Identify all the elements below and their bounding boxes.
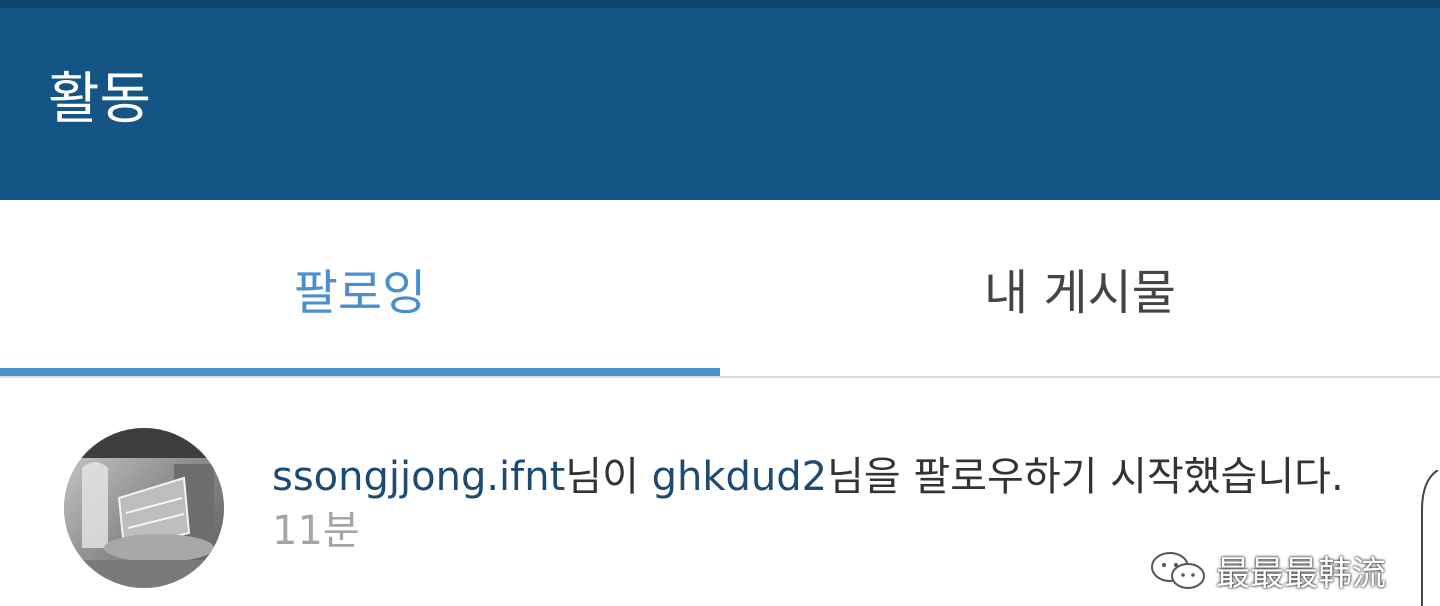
- timestamp: 11분: [272, 508, 360, 554]
- tab-my-posts[interactable]: 내 게시물: [720, 200, 1440, 376]
- target-username-link[interactable]: ghkdud2: [652, 454, 828, 500]
- tab-following[interactable]: 팔로잉: [0, 200, 720, 376]
- tab-my-posts-label: 내 게시물: [984, 265, 1176, 321]
- activity-text-part: 님을 팔로우하기 시작했습니다.: [827, 454, 1344, 500]
- tab-bar: 팔로잉 내 게시물: [0, 200, 1440, 378]
- wechat-icon: [1151, 552, 1205, 589]
- next-item-edge: [1421, 470, 1439, 606]
- avatar[interactable]: [64, 428, 224, 588]
- status-bar: [0, 0, 1440, 8]
- activity-list-item[interactable]: ssongjjong.ifnt님이 ghkdud2님을 팔로우하기 시작했습니다…: [0, 378, 1440, 606]
- app-header: 활동: [0, 8, 1440, 200]
- page-title: 활동: [48, 67, 152, 132]
- active-tab-indicator: [0, 368, 720, 376]
- watermark-text: 最最最韩流: [1216, 553, 1386, 594]
- username-link[interactable]: ssongjjong.ifnt: [272, 454, 565, 500]
- tab-following-label: 팔로잉: [293, 265, 427, 321]
- watermark: 最最最韩流: [1148, 550, 1386, 594]
- activity-message: ssongjjong.ifnt님이 ghkdud2님을 팔로우하기 시작했습니다…: [272, 450, 1352, 558]
- activity-text-part: 님이: [565, 454, 652, 500]
- avatar-image: [64, 428, 224, 588]
